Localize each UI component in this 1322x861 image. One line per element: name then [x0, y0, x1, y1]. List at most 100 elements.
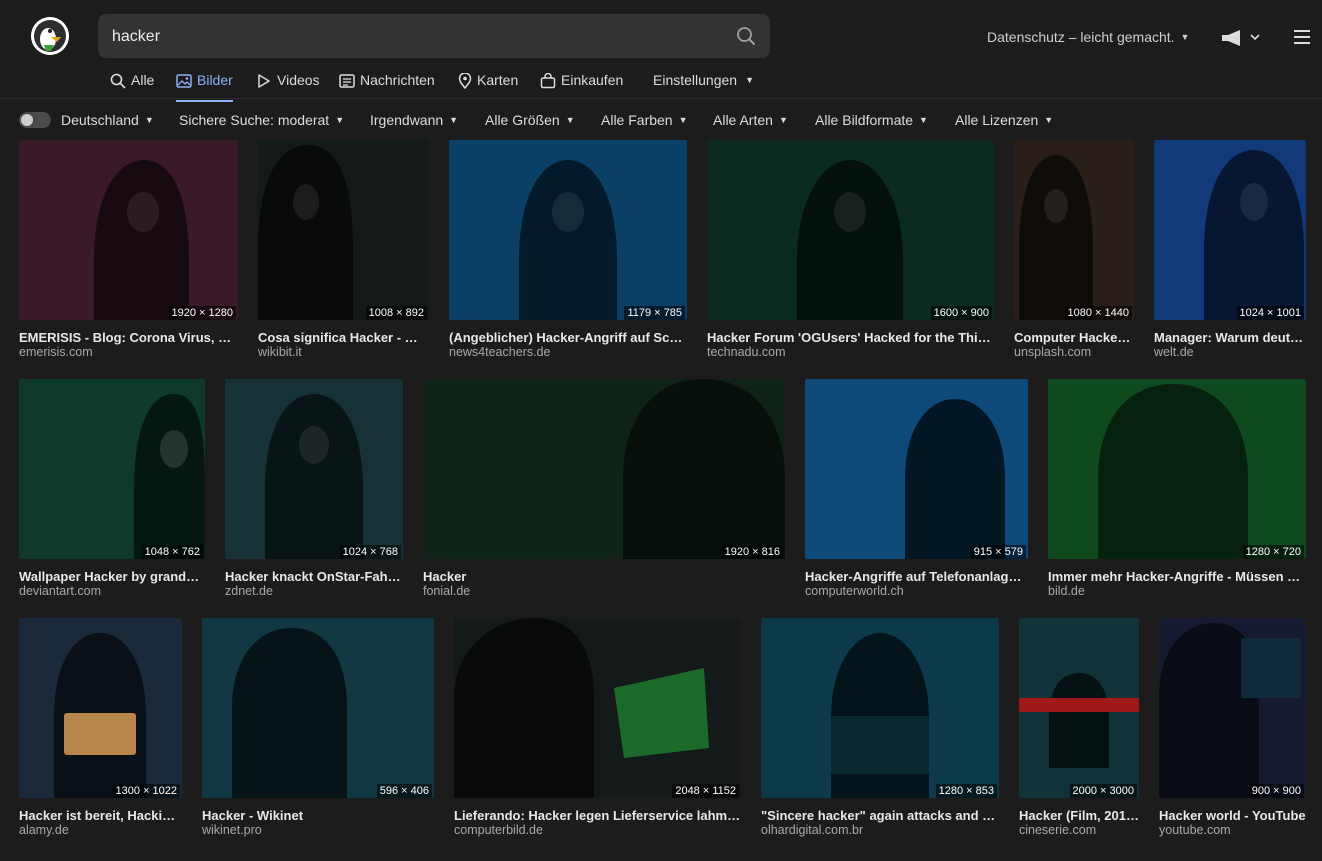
image-thumbnail[interactable]: 1179 × 785	[449, 140, 687, 320]
map-pin-icon	[458, 73, 472, 89]
image-title[interactable]: Hacker knackt OnStar-Fahrz...	[225, 569, 403, 584]
image-title[interactable]: Hacker-Angriffe auf Telefonanlagen ...	[805, 569, 1028, 584]
filter-size[interactable]: Alle Größen ▼	[485, 112, 575, 128]
image-source[interactable]: cineserie.com	[1019, 823, 1139, 837]
chevron-down-icon: ▼	[778, 115, 788, 125]
image-thumbnail[interactable]: 1280 × 853	[761, 618, 999, 798]
image-dimensions: 1008 × 892	[365, 306, 427, 320]
image-dimensions: 1600 × 900	[930, 306, 992, 320]
filter-label: Sichere Suche: moderat	[179, 112, 330, 128]
image-title[interactable]: Hacker Forum 'OGUsers' Hacked for the Th…	[707, 330, 994, 345]
hooded-figure-image	[1019, 673, 1139, 768]
privacy-menu[interactable]: Datenschutz – leicht gemacht. ▼	[987, 29, 1189, 45]
hooded-figure-image	[265, 394, 363, 559]
image-source[interactable]: fonial.de	[423, 584, 785, 598]
image-source[interactable]: deviantart.com	[19, 584, 205, 598]
image-title[interactable]: (Angeblicher) Hacker-Angriff auf Schul..…	[449, 330, 687, 345]
filter-type[interactable]: Alle Arten ▼	[713, 112, 788, 128]
image-source[interactable]: olhardigital.com.br	[761, 823, 999, 837]
image-thumbnail[interactable]: 2048 × 1152	[454, 618, 741, 798]
image-thumbnail[interactable]: 1300 × 1022	[19, 618, 182, 798]
image-source[interactable]: technadu.com	[707, 345, 994, 359]
filter-region[interactable]: Deutschland ▼	[61, 112, 154, 128]
image-title[interactable]: Lieferando: Hacker legen Lieferservice l…	[454, 808, 741, 823]
image-source[interactable]: news4teachers.de	[449, 345, 687, 359]
hamburger-menu-icon[interactable]	[1294, 30, 1310, 44]
filter-time[interactable]: Irgendwann ▼	[370, 112, 458, 128]
play-icon	[258, 74, 270, 88]
search-icon	[110, 73, 126, 89]
image-source[interactable]: computerbild.de	[454, 823, 741, 837]
image-thumbnail[interactable]: 1048 × 762	[19, 379, 205, 559]
image-dimensions: 1920 × 1280	[168, 306, 236, 320]
image-title[interactable]: Hacker - Wikinet	[202, 808, 434, 823]
filter-label: Alle Größen	[485, 112, 560, 128]
image-title[interactable]: Immer mehr Hacker-Angriffe - Müssen wir …	[1048, 569, 1306, 584]
image-source[interactable]: bild.de	[1048, 584, 1306, 598]
image-title[interactable]: EMERISIS - Blog: Corona Virus, Hac...	[19, 330, 238, 345]
tab-karten[interactable]: Karten	[458, 72, 518, 100]
image-dimensions: 1300 × 1022	[112, 784, 180, 798]
image-title[interactable]: Wallpaper Hacker by grandeti...	[19, 569, 205, 584]
hooded-figure-image	[54, 633, 146, 798]
image-dimensions: 2000 × 3000	[1069, 784, 1137, 798]
image-title[interactable]: Hacker world - YouTube	[1159, 808, 1306, 823]
image-source[interactable]: unsplash.com	[1014, 345, 1134, 359]
image-title[interactable]: Hacker	[423, 569, 785, 584]
filter-label: Alle Farben	[601, 112, 673, 128]
image-title[interactable]: Cosa significa Hacker - Wik...	[258, 330, 429, 345]
image-thumbnail[interactable]: 1024 × 1001	[1154, 140, 1306, 320]
hooded-figure-image	[1204, 150, 1304, 320]
filter-label: Irgendwann	[370, 112, 444, 128]
duckduckgo-logo[interactable]	[31, 17, 69, 55]
image-thumbnail[interactable]: 1280 × 720	[1048, 379, 1306, 559]
region-toggle[interactable]	[19, 112, 51, 128]
image-thumbnail[interactable]: 900 × 900	[1159, 618, 1306, 798]
image-thumbnail[interactable]: 1024 × 768	[225, 379, 403, 559]
image-thumbnail[interactable]: 1920 × 816	[423, 379, 785, 559]
hooded-figure-image	[797, 160, 903, 320]
image-source[interactable]: youtube.com	[1159, 823, 1306, 837]
filter-license[interactable]: Alle Lizenzen ▼	[955, 112, 1053, 128]
chevron-down-icon: ▼	[919, 115, 928, 125]
filter-format[interactable]: Alle Bildformate ▼	[815, 112, 928, 128]
image-title[interactable]: "Sincere hacker" again attacks and ridi.…	[761, 808, 999, 823]
image-source[interactable]: zdnet.de	[225, 584, 403, 598]
tab-einstellungen[interactable]: Einstellungen ▼	[653, 72, 754, 100]
tab-einkaufen[interactable]: Einkaufen	[540, 72, 623, 100]
chevron-down-icon: ▼	[1180, 32, 1190, 42]
filter-safe-search[interactable]: Sichere Suche: moderat ▼	[179, 112, 344, 128]
image-title[interactable]: Manager: Warum deuts...	[1154, 330, 1306, 345]
image-dimensions: 1080 × 1440	[1064, 306, 1132, 320]
filter-color[interactable]: Alle Farben ▼	[601, 112, 688, 128]
image-thumbnail[interactable]: 596 × 406	[202, 618, 434, 798]
search-box[interactable]	[98, 14, 770, 60]
tab-alle[interactable]: Alle	[110, 72, 154, 100]
image-title[interactable]: Hacker (Film, 2016...	[1019, 808, 1139, 823]
tab-label: Nachrichten	[360, 72, 435, 88]
tab-videos[interactable]: Videos	[256, 72, 320, 100]
image-title[interactable]: Computer Hacker ...	[1014, 330, 1134, 345]
image-title[interactable]: Hacker ist bereit, Hacking...	[19, 808, 182, 823]
megaphone-menu[interactable]	[1220, 29, 1260, 47]
image-icon	[176, 74, 192, 88]
image-source[interactable]: emerisis.com	[19, 345, 238, 359]
image-thumbnail[interactable]: 2000 × 3000	[1019, 618, 1139, 798]
tab-nachrichten[interactable]: Nachrichten	[339, 72, 435, 100]
hooded-figure-image	[232, 628, 347, 798]
image-thumbnail[interactable]: 1080 × 1440	[1014, 140, 1134, 320]
image-source[interactable]: alamy.de	[19, 823, 182, 837]
image-thumbnail[interactable]: 1008 × 892	[258, 140, 429, 320]
image-thumbnail[interactable]: 1920 × 1280	[19, 140, 238, 320]
image-thumbnail[interactable]: 1600 × 900	[707, 140, 994, 320]
image-thumbnail[interactable]: 915 × 579	[805, 379, 1028, 559]
search-input[interactable]	[110, 14, 714, 60]
image-dimensions: 1024 × 1001	[1236, 306, 1304, 320]
image-source[interactable]: wikibit.it	[258, 345, 429, 359]
image-source[interactable]: welt.de	[1154, 345, 1306, 359]
search-icon[interactable]	[736, 26, 756, 46]
image-dimensions: 1024 × 768	[339, 545, 401, 559]
image-source[interactable]: wikinet.pro	[202, 823, 434, 837]
image-source[interactable]: computerworld.ch	[805, 584, 1028, 598]
image-dimensions: 2048 × 1152	[672, 784, 739, 798]
